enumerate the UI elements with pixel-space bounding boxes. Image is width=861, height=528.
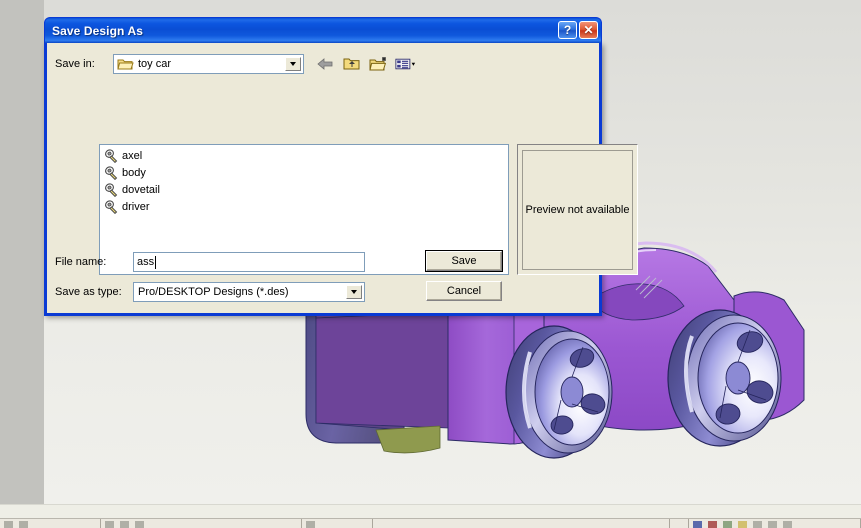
des-file-icon [105,199,118,214]
toolbar-strip[interactable] [0,518,861,528]
up-one-level-button[interactable] [341,54,362,74]
toolbar-icon[interactable] [707,521,717,528]
chevron-down-icon[interactable] [346,285,362,299]
dialog-toolbar [314,54,416,74]
toolbar-group-2[interactable] [101,519,303,528]
back-arrow-icon [316,58,332,70]
toolbar-icon[interactable] [737,521,747,528]
save-in-combo[interactable]: toy car [113,54,304,74]
help-button[interactable]: ? [558,21,577,39]
des-file-icon [105,182,118,197]
preview-area: Preview not available [522,150,633,270]
dialog-titlebar[interactable]: Save Design As ? ✕ [44,17,602,43]
new-folder-icon [368,57,386,71]
file-name: body [122,166,146,179]
save-design-as-dialog[interactable]: Save Design As ? ✕ Save in: toy car axel… [44,17,638,316]
toolbar-icon[interactable] [722,521,732,528]
new-folder-button[interactable] [368,54,389,74]
save-as-type-value: Pro/DESKTOP Designs (*.des) [138,286,289,298]
question-mark-icon: ? [563,23,572,37]
cancel-button-label: Cancel [446,285,482,297]
folder-icon [117,59,134,70]
wheel-front-right [667,309,782,447]
file-name-input[interactable]: ass [133,252,365,272]
save-in-label: Save in: [55,58,95,70]
titlebar-buttons: ? ✕ [558,21,598,39]
file-name-value: ass [137,256,155,268]
cut-off-toolbar [0,504,861,528]
save-as-type-label: Save as type: [55,286,122,298]
close-icon: ✕ [583,23,594,37]
preview-panel: Preview not available [517,144,638,275]
up-one-level-icon [343,58,359,70]
save-button-label: Save [451,255,477,267]
toolbar-icon[interactable] [767,521,777,528]
toolbar-icon[interactable] [105,521,115,528]
save-button[interactable]: Save [425,250,503,272]
desktop-background: Save Design As ? ✕ Save in: toy car axel… [0,0,861,528]
close-button[interactable]: ✕ [579,21,598,39]
back-button[interactable] [314,54,335,74]
toolbar-group-4[interactable] [373,519,671,528]
toolbar-group-6[interactable] [689,519,861,528]
list-item[interactable]: axel [102,147,508,164]
des-file-icon [105,148,118,163]
views-button[interactable] [395,54,416,74]
file-name-label: File name: [55,256,107,268]
toolbar-icon[interactable] [782,521,792,528]
list-item[interactable]: driver [102,198,508,215]
save-as-type-row: Save as type: Pro/DESKTOP Designs (*.des… [55,281,475,303]
views-menu-icon [395,58,416,70]
file-name: dovetail [122,183,160,196]
save-in-value: toy car [138,58,172,70]
file-name: axel [122,149,143,162]
file-name-row: File name: ass [55,251,475,273]
dialog-title: Save Design As [52,23,143,38]
wheel-rear-right [505,325,613,459]
toolbar-icon[interactable] [120,521,130,528]
toolbar-icon[interactable] [692,521,702,528]
toolbar-icon[interactable] [19,521,28,528]
cancel-button[interactable]: Cancel [426,281,502,301]
toolbar-icon[interactable] [752,521,762,528]
toolbar-group-5[interactable] [670,519,689,528]
toolbar-icon[interactable] [135,521,145,528]
list-item[interactable]: dovetail [102,181,508,198]
save-in-row: Save in: toy car [55,52,595,76]
list-item[interactable]: body [102,164,508,181]
toolbar-icon[interactable] [4,521,13,528]
preview-message: Preview not available [525,204,630,216]
toolbar-group-1[interactable] [0,519,102,528]
chevron-down-icon[interactable] [285,57,301,71]
toolbar-group-3[interactable] [302,519,373,528]
save-as-type-combo[interactable]: Pro/DESKTOP Designs (*.des) [133,282,365,302]
des-file-icon [105,165,118,180]
toolbar-icon[interactable] [306,521,316,528]
text-caret [155,255,157,269]
file-name: driver [122,200,150,213]
